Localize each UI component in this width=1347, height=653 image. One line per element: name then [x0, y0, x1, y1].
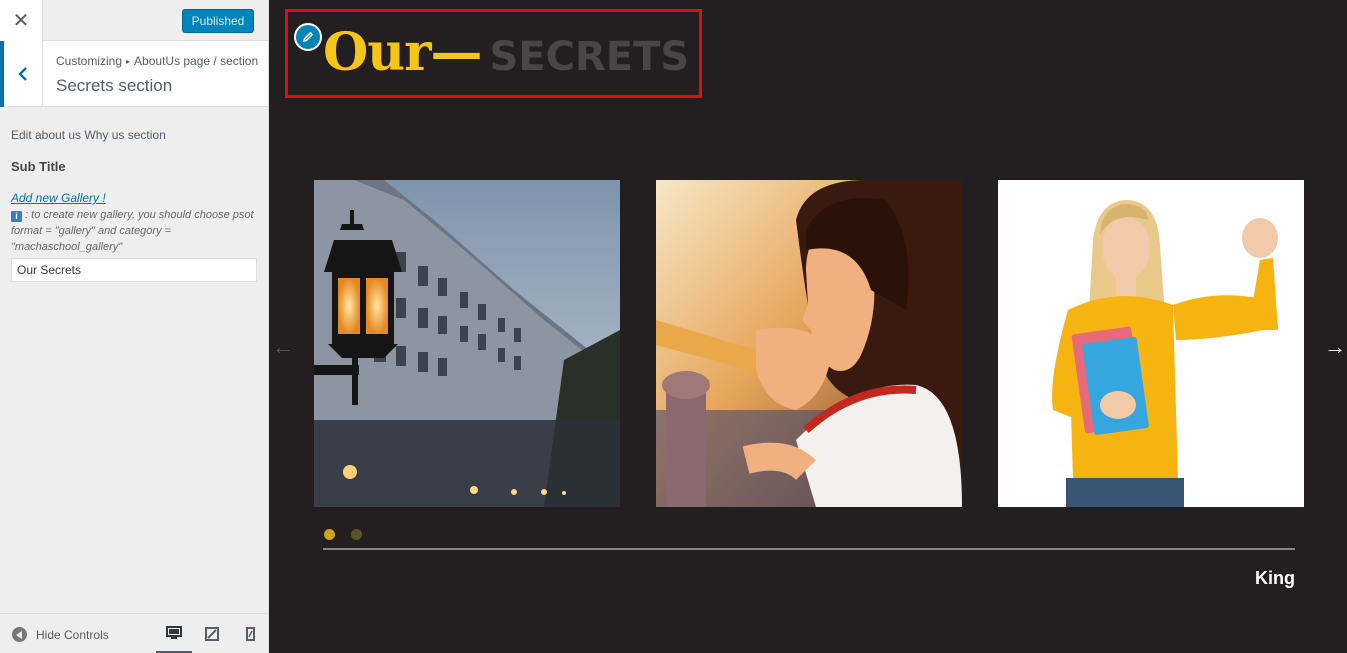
edit-shortcut-button[interactable]	[294, 23, 322, 51]
publish-button[interactable]: Published	[182, 9, 254, 33]
preview-desktop-button[interactable]	[156, 614, 192, 653]
sub-title-label: Sub Title	[11, 159, 66, 174]
desktop-icon	[166, 625, 182, 639]
girl-sunset-photo	[656, 180, 962, 507]
carousel-next-arrow[interactable]: →	[1324, 334, 1346, 360]
section-description: Edit about us Why us section	[11, 128, 166, 142]
breadcrumb-root: Customizing	[56, 54, 123, 68]
breadcrumb-path: AboutUs page / section	[134, 54, 259, 68]
pencil-icon	[302, 31, 314, 43]
carousel-prev-arrow[interactable]: ←	[272, 334, 294, 360]
heading-main-text: Our—	[323, 22, 482, 83]
preview-mobile-button[interactable]	[232, 614, 268, 653]
customizer-sidebar: ✕ Published Customizing ▸ AboutUs page / s…	[0, 0, 269, 653]
hide-controls-label: Hide Controls	[36, 627, 109, 642]
carousel-dot-2[interactable]	[351, 529, 362, 540]
collapse-icon	[12, 627, 27, 642]
add-new-gallery-link[interactable]: Add new Gallery !	[11, 191, 258, 205]
gallery-note-text: : to create new gallery, you should choo…	[11, 209, 254, 253]
preview-tablet-button[interactable]	[194, 614, 230, 653]
section-title: Secrets section	[56, 76, 173, 95]
heading-sub-text: SECRETS	[489, 34, 690, 80]
carousel-dot-1[interactable]	[324, 529, 335, 540]
customizer-topbar: ✕ Published	[0, 0, 268, 41]
street-lamp-photo	[314, 180, 620, 507]
tablet-icon	[205, 627, 219, 641]
section-divider	[323, 548, 1295, 550]
section-controls: Edit about us Why us section Sub Title A…	[11, 128, 258, 282]
close-icon: ✕	[12, 9, 30, 32]
breadcrumb: Customizing ▸ AboutUs page / section	[56, 54, 262, 68]
back-button[interactable]	[0, 41, 43, 107]
close-customizer-button[interactable]: ✕	[0, 0, 43, 41]
customizer-footer: Hide Controls	[0, 613, 268, 653]
site-preview: Our— SECRETS ← → King	[269, 0, 1347, 653]
mobile-icon	[245, 627, 255, 641]
chevron-left-icon	[18, 67, 27, 81]
breadcrumb-separator-icon: ▸	[126, 57, 131, 66]
gallery-help-text: i : to create new gallery, you should ch…	[11, 207, 258, 255]
info-icon: i	[11, 211, 22, 222]
sub-title-input[interactable]	[11, 258, 257, 282]
section-heading: Our— SECRETS	[323, 22, 689, 83]
section-header: Customizing ▸ AboutUs page / section Secre…	[0, 41, 268, 107]
student-with-books-photo	[998, 180, 1304, 507]
hide-controls-button[interactable]: Hide Controls	[12, 627, 109, 642]
testimonial-author: King	[1255, 568, 1295, 588]
